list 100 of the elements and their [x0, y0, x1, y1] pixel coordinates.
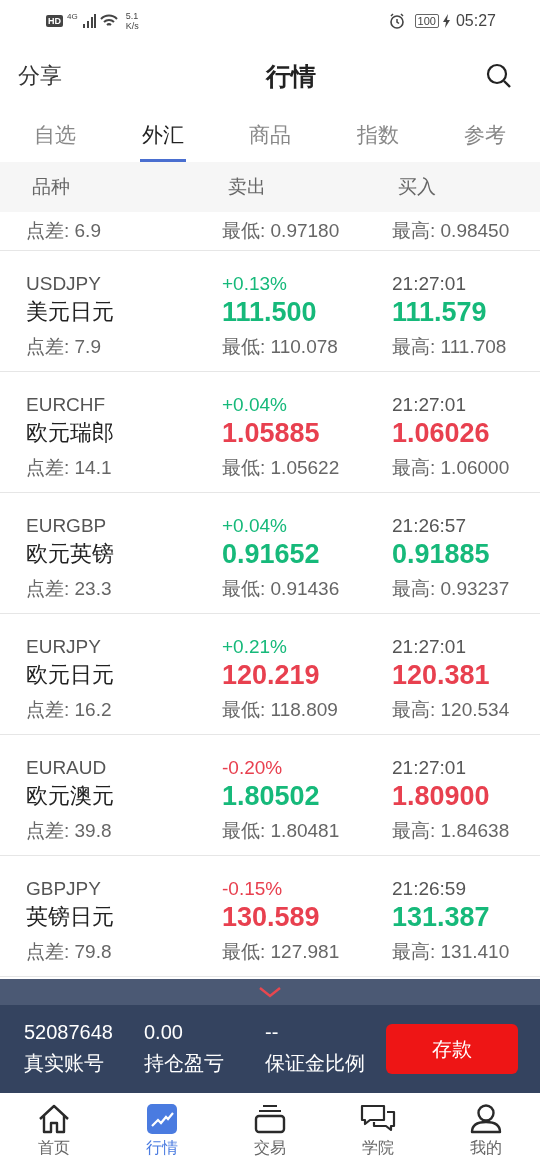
wifi-icon	[99, 14, 118, 28]
buy-price: 120.381	[392, 659, 491, 691]
signal-icon	[81, 14, 96, 28]
spread-text: 点差: 23.3	[26, 577, 113, 601]
quote-time: 21:27:01	[392, 757, 467, 779]
nav-label[interactable]: 首页	[38, 1138, 70, 1159]
quote-time: 21:27:01	[392, 394, 467, 416]
change-percent: +0.04%	[222, 515, 288, 537]
nav-label[interactable]: 我的	[470, 1138, 502, 1159]
network-label: 4G	[67, 12, 78, 21]
buy-price: 1.80900	[392, 780, 491, 812]
quote-time: 21:27:01	[392, 273, 467, 295]
symbol-code: EURJPY	[26, 636, 102, 658]
change-percent: +0.13%	[222, 273, 288, 295]
low-price: 最低: 110.078	[222, 335, 339, 359]
sell-price: 120.219	[222, 659, 321, 691]
margin-label: 保证金比例	[265, 1051, 366, 1076]
share-button[interactable]: 分享	[18, 61, 62, 91]
spread-text: 点差: 79.8	[26, 940, 113, 964]
spread-text: 点差: 39.8	[26, 819, 113, 843]
deposit-button[interactable]: 存款	[386, 1024, 518, 1074]
high-price: 最高: 1.06000	[392, 456, 511, 480]
nav-label[interactable]: 行情	[146, 1138, 178, 1159]
sell-price: 1.80502	[222, 780, 321, 812]
low-price: 最低: 0.97180	[222, 219, 341, 243]
high-price: 最高: 1.84638	[392, 819, 511, 843]
symbol-name: 欧元英镑	[26, 540, 115, 568]
symbol-name: 英镑日元	[26, 903, 115, 931]
buy-price: 0.91885	[392, 538, 491, 570]
quote-row[interactable]: EURGBP +0.04% 21:26:57 欧元英镑 0.91652 0.91885 点差: 23.3 最低: 0.91436 最高: 0.93237	[0, 493, 540, 614]
high-price: 最高: 111.708	[392, 335, 508, 359]
quote-row[interactable]: EURAUD -0.20% 21:27:01 欧元澳元 1.80502 1.80900 点差: 39.8 最低: 1.80481 最高: 1.84638	[0, 735, 540, 856]
symbol-name: 欧元日元	[26, 661, 115, 689]
battery-icon: 100	[414, 14, 439, 28]
symbol-name: 美元日元	[26, 298, 115, 326]
column-header: 卖出	[228, 175, 267, 199]
collapse-handle[interactable]	[0, 979, 540, 1005]
low-price: 最低: 127.981	[222, 940, 341, 964]
clock-time: 05:27	[455, 12, 496, 30]
sell-price: 1.05885	[222, 417, 321, 449]
sell-price: 130.589	[222, 901, 321, 933]
buy-price: 131.387	[392, 901, 491, 933]
low-price: 最低: 0.91436	[222, 577, 341, 601]
market-tab[interactable]: 指数	[354, 110, 401, 162]
user-icon[interactable]	[470, 1104, 502, 1134]
change-percent: +0.04%	[222, 394, 288, 416]
sell-price: 0.91652	[222, 538, 321, 570]
nav-label[interactable]: 交易	[254, 1138, 286, 1159]
quote-row[interactable]: EURJPY +0.21% 21:27:01 欧元日元 120.219 120.381 点差: 16.2 最低: 118.809 最高: 120.534	[0, 614, 540, 735]
market-tab[interactable]: 参考	[462, 110, 508, 162]
spread-text: 点差: 14.1	[26, 456, 113, 480]
stack-icon[interactable]	[254, 1104, 286, 1134]
market-tab[interactable]: 自选	[32, 110, 78, 162]
pnl-label: 持仓盈亏	[144, 1051, 225, 1076]
home-icon[interactable]	[37, 1104, 71, 1134]
column-header: 买入	[398, 175, 437, 199]
speed-value: 5.1	[125, 11, 139, 21]
symbol-code: EURCHF	[26, 394, 107, 416]
symbol-code: USDJPY	[26, 273, 102, 295]
symbol-name: 欧元瑞郎	[26, 419, 115, 447]
symbol-code: GBPJPY	[26, 878, 102, 900]
high-price: 最高: 0.98450	[392, 219, 511, 243]
margin-value: --	[265, 1021, 280, 1044]
low-price: 最低: 118.809	[222, 698, 339, 722]
alarm-icon	[388, 13, 405, 29]
sell-price: 111.500	[222, 296, 318, 328]
high-price: 最高: 120.534	[392, 698, 511, 722]
buy-price: 111.579	[392, 296, 488, 328]
low-price: 最低: 1.05622	[222, 456, 341, 480]
spread-text: 点差: 16.2	[26, 698, 113, 722]
change-percent: -0.15%	[222, 878, 284, 900]
spread-text: 点差: 6.9	[26, 219, 102, 243]
buy-price: 1.06026	[392, 417, 491, 449]
high-price: 最高: 131.410	[392, 940, 511, 964]
search-icon[interactable]	[486, 63, 512, 89]
account-number: 52087648	[24, 1021, 114, 1044]
spread-text: 点差: 7.9	[26, 335, 102, 359]
low-price: 最低: 1.80481	[222, 819, 341, 843]
chat-icon[interactable]	[360, 1104, 396, 1134]
page-title: 行情	[266, 60, 316, 92]
high-price: 最高: 0.93237	[392, 577, 511, 601]
quote-row[interactable]: EURCHF +0.04% 21:27:01 欧元瑞郎 1.05885 1.06026 点差: 14.1 最低: 1.05622 最高: 1.06000	[0, 372, 540, 493]
quote-time: 21:26:57	[392, 515, 467, 537]
nav-label[interactable]: 学院	[362, 1138, 394, 1159]
symbol-code: EURGBP	[26, 515, 108, 537]
quote-row[interactable]: GBPJPY -0.15% 21:26:59 英镑日元 130.589 131.387 点差: 79.8 最低: 127.981 最高: 131.410	[0, 856, 540, 977]
quote-time: 21:26:59	[392, 878, 467, 900]
quote-row[interactable]: USDJPY +0.13% 21:27:01 美元日元 111.500 111.579 点差: 7.9 最低: 110.078 最高: 111.708	[0, 251, 540, 372]
symbol-code: EURAUD	[26, 757, 108, 779]
speed-unit: K/s	[125, 21, 139, 31]
market-tab[interactable]: 商品	[247, 110, 293, 162]
change-percent: +0.21%	[222, 636, 288, 658]
quote-time: 21:27:01	[392, 636, 467, 658]
account-label: 真实账号	[24, 1051, 105, 1076]
change-percent: -0.20%	[222, 757, 284, 779]
hd-icon: HD	[46, 15, 63, 27]
chart-icon[interactable]	[147, 1104, 177, 1134]
symbol-name: 欧元澳元	[26, 782, 115, 810]
pnl-value: 0.00	[144, 1021, 184, 1044]
charging-icon	[442, 14, 450, 28]
